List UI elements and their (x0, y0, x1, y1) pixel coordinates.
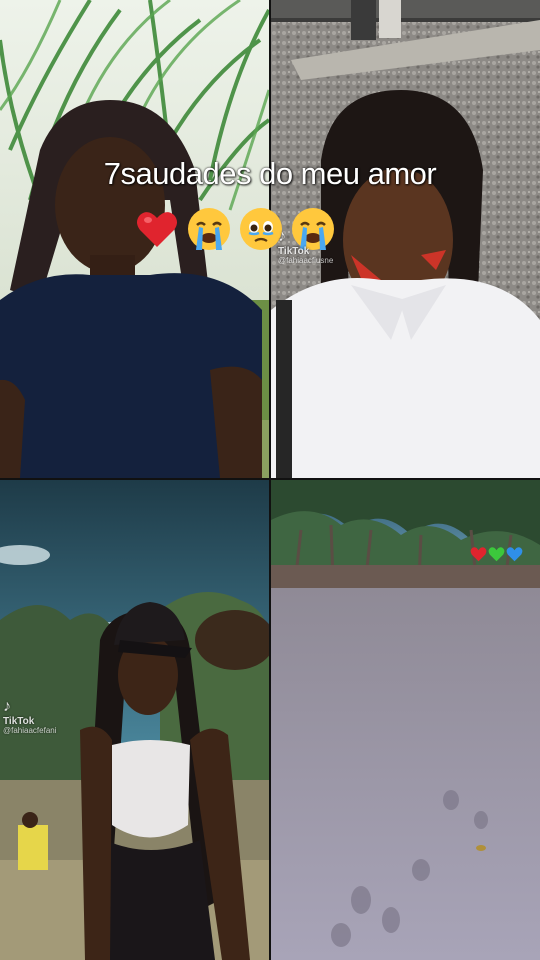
red-heart-icon (134, 206, 180, 252)
blue-heart-icon (506, 547, 523, 562)
red-heart-icon (470, 547, 487, 562)
tiktok-logo-icon: ♪ (3, 698, 11, 715)
green-heart-icon (488, 547, 505, 562)
photo-collage (0, 0, 540, 960)
caption-text: 7saudades do meu amor (103, 156, 437, 191)
loudly-crying-face-icon (186, 206, 232, 252)
tiktok-handle: @fahiaacfefani (3, 725, 57, 735)
tiktok-watermark-bottom: ♪ TikTok @fahiaacfefani (3, 698, 57, 735)
tiktok-logo-icon: ♪ (278, 228, 286, 245)
tiktok-brand: TikTok (3, 715, 35, 727)
tiktok-handle: @fahiaacfiusne (278, 255, 334, 265)
small-hearts-row (470, 546, 523, 563)
tiktok-brand: TikTok (278, 245, 310, 257)
tiktok-watermark-top: ♪ TikTok @fahiaacfiusne (278, 228, 333, 265)
